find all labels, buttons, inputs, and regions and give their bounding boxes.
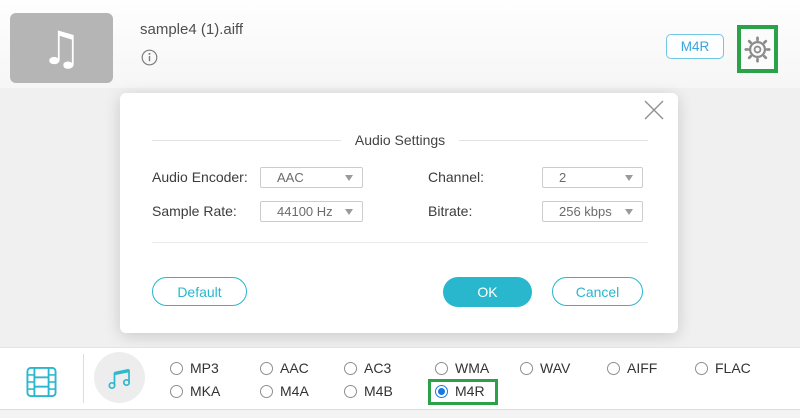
gear-icon [744,36,771,63]
channel-value: 2 [543,170,566,185]
format-option-aiff[interactable]: AIFF [607,360,657,376]
format-label: M4B [364,383,393,399]
format-option-mka[interactable]: MKA [170,383,220,399]
dialog-title-row: Audio Settings [152,132,648,148]
format-label: AIFF [627,360,657,376]
format-label: MP3 [190,360,219,376]
format-option-wma[interactable]: WMA [435,360,489,376]
music-note-circle-icon [106,364,134,392]
format-option-m4a[interactable]: M4A [260,383,309,399]
format-label: AC3 [364,360,391,376]
radio-icon [170,362,183,375]
dialog-divider [152,242,648,243]
radio-icon [344,362,357,375]
channel-select[interactable]: 2 [542,167,643,188]
audio-encoder-select[interactable]: AAC [260,167,363,188]
format-bar-divider [83,354,84,403]
radio-icon [695,362,708,375]
header-bar: ♫ sample4 (1).aiff M4R [0,0,800,88]
radio-icon [260,362,273,375]
bitrate-select[interactable]: 256 kbps [542,201,643,222]
format-option-aac[interactable]: AAC [260,360,309,376]
output-format-button[interactable]: M4R [666,34,724,59]
sample-rate-label: Sample Rate: [152,203,237,219]
file-name: sample4 (1).aiff [140,21,243,38]
radio-icon [260,385,273,398]
sample-rate-value: 44100 Hz [261,204,333,219]
radio-selected-icon [435,385,448,398]
format-label: WAV [540,360,570,376]
app-window: ♫ sample4 (1).aiff M4R [0,0,800,418]
chevron-down-icon [345,209,353,215]
file-thumbnail: ♫ [10,13,113,83]
chevron-down-icon [345,175,353,181]
bitrate-value: 256 kbps [543,204,612,219]
format-label: MKA [190,383,220,399]
audio-encoder-label: Audio Encoder: [152,169,248,185]
format-option-flac[interactable]: FLAC [695,360,751,376]
close-icon[interactable] [643,99,665,121]
audio-encoder-value: AAC [261,170,304,185]
music-note-icon: ♫ [41,25,82,71]
ok-button[interactable]: OK [443,277,532,307]
format-label: WMA [455,360,489,376]
chevron-down-icon [625,175,633,181]
cancel-button-label: Cancel [576,284,620,300]
radio-icon [520,362,533,375]
audio-formats-tab[interactable] [94,352,145,403]
title-rule-left [152,140,341,141]
chevron-down-icon [625,209,633,215]
sample-rate-select[interactable]: 44100 Hz [260,201,363,222]
settings-button-highlight[interactable] [737,25,778,73]
default-button[interactable]: Default [152,277,247,306]
output-format-label: M4R [681,39,710,54]
cancel-button[interactable]: Cancel [552,277,643,306]
channel-label: Channel: [428,169,484,185]
window-bottom-strip [0,409,800,418]
film-strip-icon [26,366,57,398]
format-option-mp3[interactable]: MP3 [170,360,219,376]
audio-settings-dialog: Audio Settings Audio Encoder: AAC Channe… [120,93,678,333]
format-option-m4r-selected[interactable]: M4R [435,383,485,399]
title-rule-right [459,140,648,141]
radio-icon [170,385,183,398]
format-option-wav[interactable]: WAV [520,360,570,376]
format-label: M4R [455,383,485,399]
radio-icon [344,385,357,398]
ok-button-label: OK [477,284,497,300]
format-label: AAC [280,360,309,376]
format-label: M4A [280,383,309,399]
video-formats-tab[interactable] [26,366,57,398]
radio-icon [435,362,448,375]
format-label: FLAC [715,360,751,376]
format-option-ac3[interactable]: AC3 [344,360,391,376]
default-button-label: Default [177,284,221,300]
info-icon[interactable] [141,49,158,66]
bitrate-label: Bitrate: [428,203,472,219]
dialog-title: Audio Settings [341,132,459,148]
radio-icon [607,362,620,375]
format-option-m4b[interactable]: M4B [344,383,393,399]
